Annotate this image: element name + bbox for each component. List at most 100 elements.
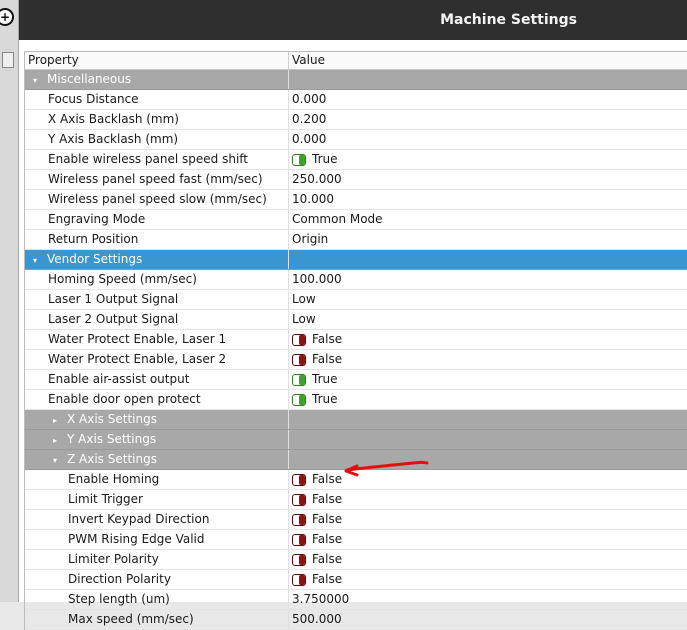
value-cell bbox=[289, 410, 687, 429]
value-cell[interactable]: 0.000 bbox=[289, 130, 687, 149]
toggle-checkbox[interactable] bbox=[292, 373, 306, 386]
table-row[interactable]: X Axis Backlash (mm) 0.200 bbox=[25, 110, 687, 130]
toggle-checkbox[interactable] bbox=[292, 353, 306, 366]
expand-arrow-icon[interactable]: ▾ bbox=[25, 71, 45, 89]
add-icon[interactable]: + bbox=[0, 8, 14, 26]
table-row[interactable]: Enable wireless panel speed shift True bbox=[25, 150, 687, 170]
table-row[interactable]: Enable door open protect True bbox=[25, 390, 687, 410]
value-cell[interactable]: False bbox=[289, 530, 687, 549]
value-text: False bbox=[312, 512, 343, 526]
table-row[interactable]: Max speed (mm/sec) 500.000 bbox=[25, 610, 687, 630]
property-cell: ▾ Miscellaneous bbox=[25, 70, 289, 89]
property-cell: Step length (um) bbox=[25, 590, 289, 609]
property-cell: Direction Polarity bbox=[25, 570, 289, 589]
value-cell[interactable]: Low bbox=[289, 310, 687, 329]
category-row[interactable]: ▸ X Axis Settings bbox=[25, 410, 687, 430]
table-row[interactable]: PWM Rising Edge Valid False bbox=[25, 530, 687, 550]
toggle-checkbox[interactable] bbox=[292, 473, 306, 486]
title-bar: Machine Settings bbox=[0, 0, 687, 40]
left-strip: + bbox=[0, 0, 19, 602]
column-header-property[interactable]: Property bbox=[25, 52, 289, 69]
table-row[interactable]: Focus Distance 0.000 bbox=[25, 90, 687, 110]
value-text: True bbox=[312, 372, 338, 386]
table-row[interactable]: Enable air-assist output True bbox=[25, 370, 687, 390]
category-label: Z Axis Settings bbox=[67, 452, 157, 466]
property-cell: Invert Keypad Direction bbox=[25, 510, 289, 529]
value-cell[interactable]: False bbox=[289, 510, 687, 529]
toggle-checkbox[interactable] bbox=[292, 393, 306, 406]
table-row[interactable]: Return Position Origin bbox=[25, 230, 687, 250]
value-text: True bbox=[312, 392, 338, 406]
toggle-checkbox[interactable] bbox=[292, 513, 306, 526]
toggle-checkbox[interactable] bbox=[292, 333, 306, 346]
table-row[interactable]: Limiter Polarity False bbox=[25, 550, 687, 570]
table-row[interactable]: Step length (um) 3.750000 bbox=[25, 590, 687, 610]
property-cell: Max speed (mm/sec) bbox=[25, 610, 289, 629]
value-cell[interactable]: False bbox=[289, 330, 687, 349]
value-cell[interactable]: 0.200 bbox=[289, 110, 687, 129]
table-row[interactable]: Y Axis Backlash (mm) 0.000 bbox=[25, 130, 687, 150]
property-cell: ▸ Y Axis Settings bbox=[25, 430, 289, 449]
value-cell bbox=[289, 430, 687, 449]
table-row[interactable]: Invert Keypad Direction False bbox=[25, 510, 687, 530]
table-row[interactable]: Homing Speed (mm/sec) 100.000 bbox=[25, 270, 687, 290]
value-text: Low bbox=[292, 312, 316, 326]
table-row[interactable]: Laser 1 Output Signal Low bbox=[25, 290, 687, 310]
side-handle[interactable] bbox=[2, 52, 14, 68]
property-cell: ▸ X Axis Settings bbox=[25, 410, 289, 429]
property-cell: Focus Distance bbox=[25, 90, 289, 109]
toggle-checkbox[interactable] bbox=[292, 533, 306, 546]
value-text: False bbox=[312, 532, 343, 546]
value-text: False bbox=[312, 332, 343, 346]
value-cell[interactable]: False bbox=[289, 550, 687, 569]
toggle-knob bbox=[299, 154, 305, 165]
property-cell: Laser 1 Output Signal bbox=[25, 290, 289, 309]
annotation-arrow bbox=[344, 460, 429, 477]
table-row[interactable]: Wireless panel speed slow (mm/sec) 10.000 bbox=[25, 190, 687, 210]
expand-arrow-icon[interactable]: ▾ bbox=[45, 451, 65, 469]
value-cell[interactable]: Origin bbox=[289, 230, 687, 249]
value-cell[interactable]: False bbox=[289, 570, 687, 589]
value-cell[interactable]: 3.750000 bbox=[289, 590, 687, 609]
expand-arrow-icon[interactable]: ▾ bbox=[25, 251, 45, 269]
value-text: 10.000 bbox=[292, 192, 334, 206]
property-cell: PWM Rising Edge Valid bbox=[25, 530, 289, 549]
toggle-checkbox[interactable] bbox=[292, 553, 306, 566]
toggle-checkbox[interactable] bbox=[292, 573, 306, 586]
table-row[interactable]: Wireless panel speed fast (mm/sec) 250.00… bbox=[25, 170, 687, 190]
value-cell[interactable]: 250.000 bbox=[289, 170, 687, 189]
value-cell[interactable]: True bbox=[289, 150, 687, 169]
toggle-checkbox[interactable] bbox=[292, 153, 306, 166]
property-table: Property Value ▾ Miscellaneous Focus Dista… bbox=[24, 51, 687, 630]
property-cell: Engraving Mode bbox=[25, 210, 289, 229]
value-cell[interactable]: False bbox=[289, 350, 687, 369]
collapse-arrow-icon[interactable]: ▸ bbox=[45, 411, 65, 429]
category-row[interactable]: ▾ Vendor Settings bbox=[25, 250, 687, 270]
table-row[interactable]: Direction Polarity False bbox=[25, 570, 687, 590]
value-cell[interactable]: 100.000 bbox=[289, 270, 687, 289]
value-cell[interactable]: 500.000 bbox=[289, 610, 687, 629]
table-row[interactable]: Engraving Mode Common Mode bbox=[25, 210, 687, 230]
value-cell[interactable]: Low bbox=[289, 290, 687, 309]
property-cell: Enable door open protect bbox=[25, 390, 289, 409]
category-row[interactable]: ▸ Y Axis Settings bbox=[25, 430, 687, 450]
property-cell: Enable Homing bbox=[25, 470, 289, 489]
toggle-knob bbox=[299, 554, 305, 565]
table-row[interactable]: Water Protect Enable, Laser 2 False bbox=[25, 350, 687, 370]
toggle-knob bbox=[299, 514, 305, 525]
table-row[interactable]: Limit Trigger False bbox=[25, 490, 687, 510]
value-cell[interactable]: 0.000 bbox=[289, 90, 687, 109]
category-label: Miscellaneous bbox=[47, 72, 132, 86]
column-header-value[interactable]: Value bbox=[289, 52, 687, 69]
table-row[interactable]: Laser 2 Output Signal Low bbox=[25, 310, 687, 330]
toggle-checkbox[interactable] bbox=[292, 493, 306, 506]
value-cell[interactable]: Common Mode bbox=[289, 210, 687, 229]
table-row[interactable]: Water Protect Enable, Laser 1 False bbox=[25, 330, 687, 350]
value-cell[interactable]: True bbox=[289, 370, 687, 389]
value-cell[interactable]: False bbox=[289, 490, 687, 509]
value-text: Low bbox=[292, 292, 316, 306]
value-cell[interactable]: True bbox=[289, 390, 687, 409]
category-row[interactable]: ▾ Miscellaneous bbox=[25, 70, 687, 90]
value-cell[interactable]: 10.000 bbox=[289, 190, 687, 209]
collapse-arrow-icon[interactable]: ▸ bbox=[45, 431, 65, 449]
